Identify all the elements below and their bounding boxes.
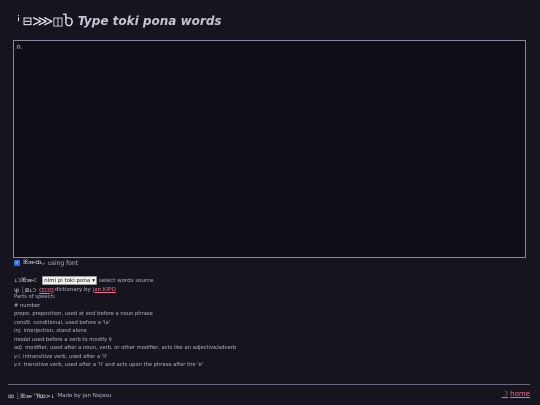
pos-item: condit. conditional, used before a 'la' [14,319,111,326]
editor-caret-glyph: ꗝ [15,42,23,51]
pos-item: v.t. transitive verb, used after a 'li' … [14,362,204,368]
select-source-label: select words source [99,277,154,284]
source-glyph-label: ↓⊃ꕤ⋙⊂ [14,276,38,284]
page-title: Type toki pona words [77,14,222,28]
glyph-title: ꜞ⊟⋙◫Ⴆ [14,12,74,30]
made-by-label: Made by jan Najasu [57,393,112,399]
moon-icon: ☽ [501,390,509,398]
parts-of-speech-heading: Parts of speech: [14,294,56,300]
text-editor[interactable]: ꗝ [13,40,526,258]
dictionary-by-label: dictionary by [54,286,91,293]
source-row: ↓⊃ꕤ⋙⊂ nimi pi toki pona ▾ select words s… [14,276,154,285]
footer-glyph-text: ꝏ⎿ꕤ⋙ꜛꞪꝏ⋗↓ [8,393,55,400]
font-glyph-label: ꕤ⋙ꝏ◡ [23,259,46,266]
footer-divider [8,384,530,385]
words-source-selected: nimi pi toki pona [44,277,91,284]
pos-item: v.i. intransitive verb, used after a 'li… [14,353,108,360]
parts-of-speech: Parts of speech: # number prepo. preposi… [14,293,236,370]
pos-item: # number [14,302,41,309]
pos-item: adj. modifier, used after a noun, verb, … [14,345,237,351]
pos-item: inj. interjection, stand alone [14,328,87,334]
pos-item: prepo. preposition, used at end before a… [14,311,153,317]
words-source-select[interactable]: nimi pi toki pona ▾ [42,276,98,285]
chevron-down-icon: ▾ [92,277,96,284]
font-toggle-row: ✓ ꕤ⋙ꝏ◡ using font [14,259,78,267]
page-header: ꜞ⊟⋙◫Ⴆ Type toki pona words [14,10,222,32]
pos-item: modal used before a verb to modify it [14,336,113,343]
using-font-checkbox[interactable]: ✓ [14,260,20,266]
home-link[interactable]: ☽ home [502,390,530,398]
author-link[interactable]: jan KIPO [93,287,116,293]
using-font-label: using font [48,259,79,267]
home-label: home [510,390,530,398]
footer: ꝏ⎿ꕤ⋙ꜛꞪꝏ⋗↓ Made by jan Najasu [8,391,111,401]
